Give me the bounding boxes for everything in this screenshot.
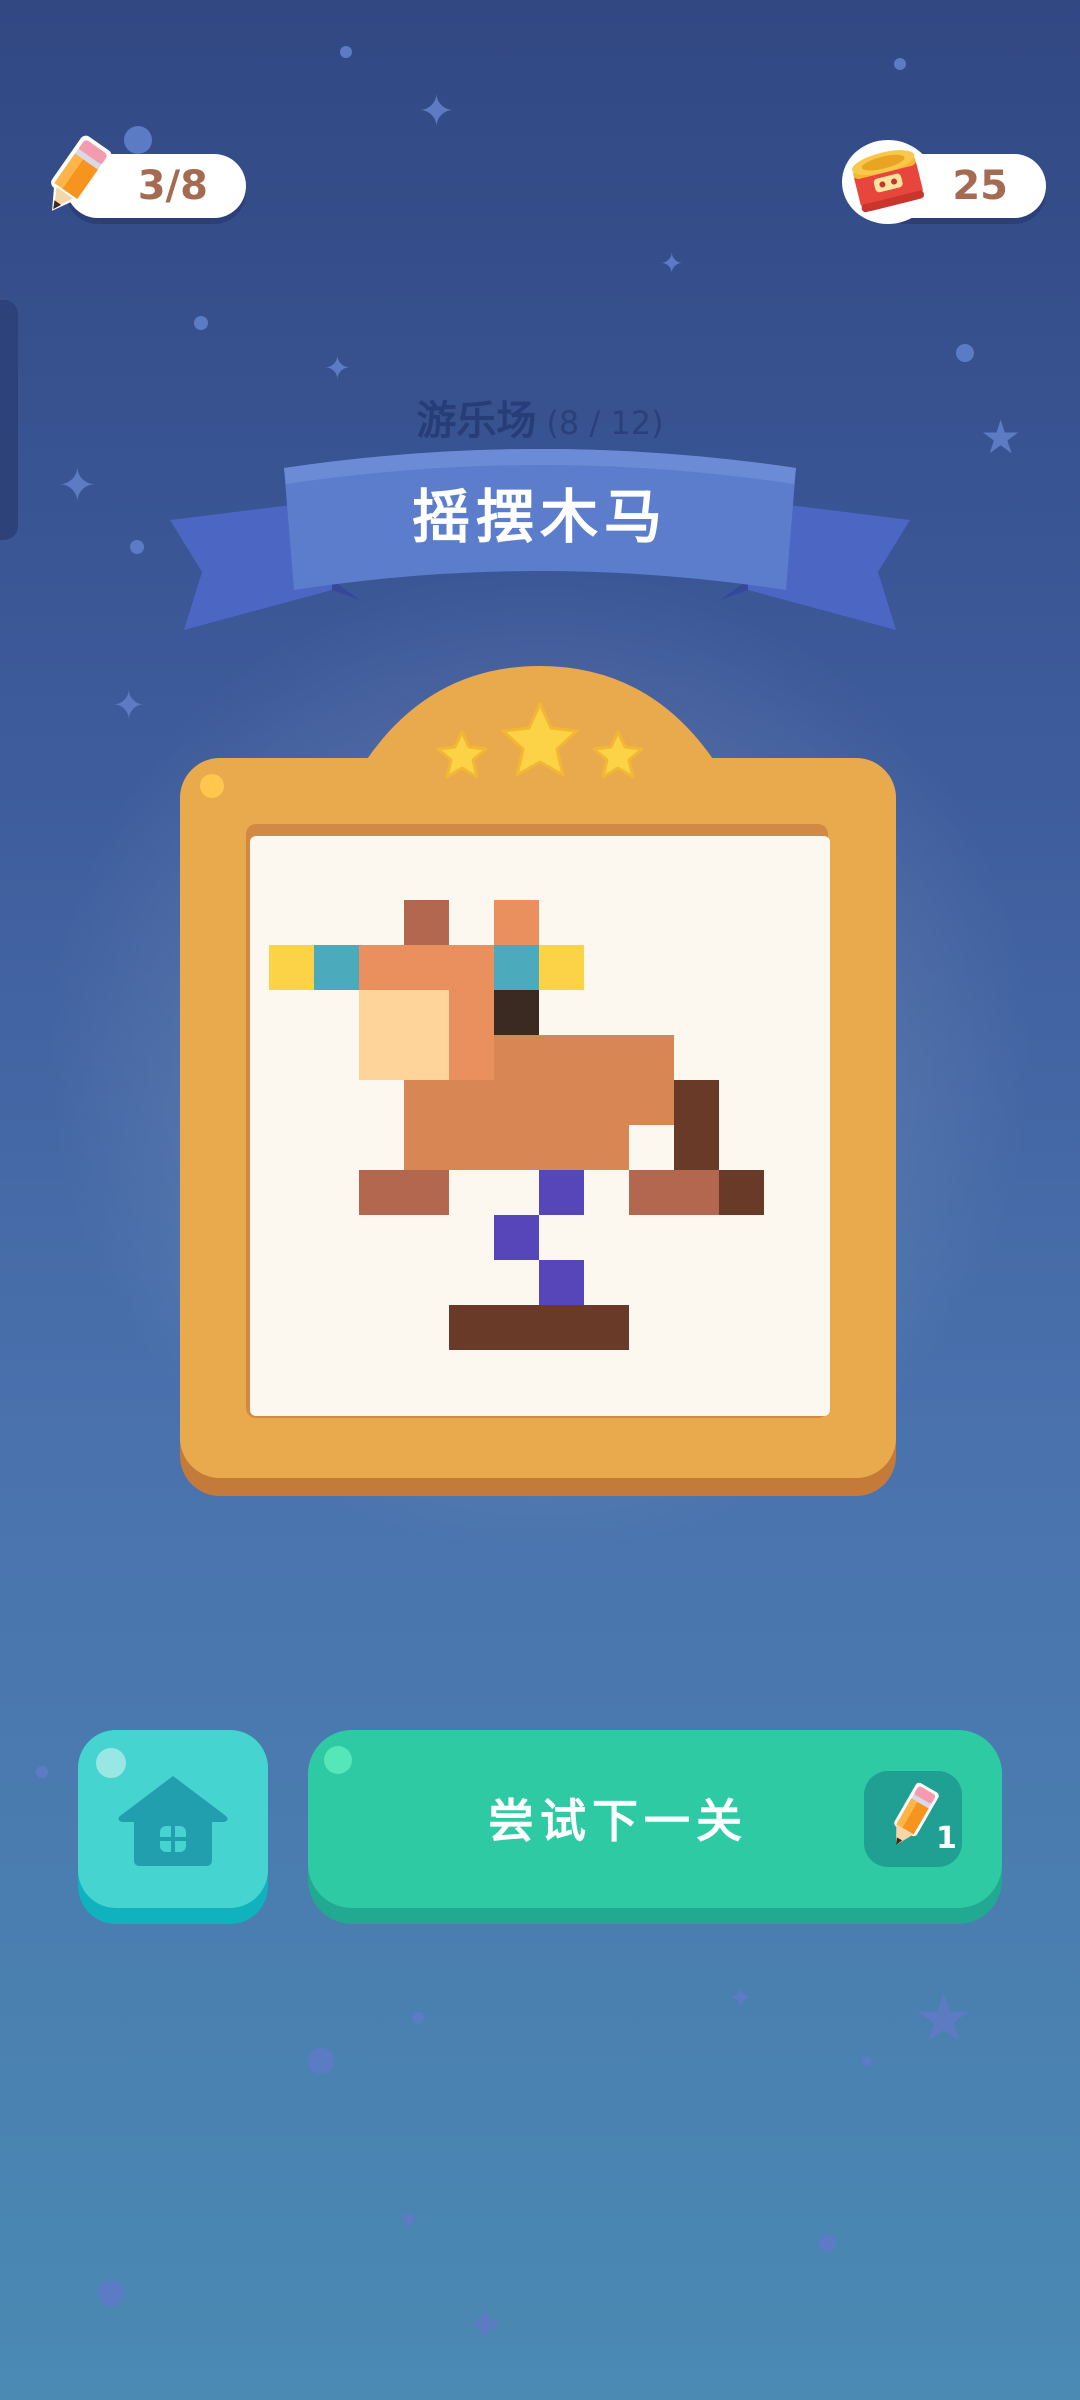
pixel-cell xyxy=(404,1125,449,1170)
pixel-cell xyxy=(674,1125,719,1170)
pixel-cell xyxy=(404,945,449,990)
background-dot xyxy=(194,316,208,330)
category-name: 游乐场 xyxy=(416,398,537,444)
star-icon xyxy=(501,702,579,777)
pencil-count: 3/8 xyxy=(137,163,208,209)
pixel-cell xyxy=(494,1125,539,1170)
pixel-cell xyxy=(629,1170,674,1215)
pixel-cell xyxy=(494,945,539,990)
background-dot xyxy=(36,1766,48,1778)
home-button[interactable] xyxy=(78,1730,268,1924)
level-progress: (8 / 12) xyxy=(546,404,664,442)
sparkle-icon: ✦ xyxy=(728,1981,754,2016)
sparkle-icon: ✦ xyxy=(112,683,146,729)
pixel-cell xyxy=(404,990,449,1035)
pixel-art-canvas xyxy=(250,836,830,1416)
background-dot xyxy=(124,126,152,154)
background-dot xyxy=(98,2280,124,2306)
pixel-cell xyxy=(494,1305,539,1350)
pixel-cell xyxy=(314,945,359,990)
pixel-cell xyxy=(449,945,494,990)
coin-jar-icon xyxy=(842,140,934,224)
sparkle-icon: ✦ xyxy=(464,2296,506,2354)
pixel-cell xyxy=(494,990,539,1035)
pixel-cell xyxy=(449,1305,494,1350)
pixel-cell xyxy=(404,900,449,945)
pixel-cell xyxy=(494,1215,539,1260)
sparkle-icon: ✦ xyxy=(660,247,684,280)
background-dot xyxy=(818,2234,836,2252)
star-icon: ★ xyxy=(914,1980,974,2057)
home-button-face xyxy=(78,1730,268,1908)
pixel-cell xyxy=(494,900,539,945)
background-dot xyxy=(340,46,352,58)
pixel-cell xyxy=(539,1305,584,1350)
pixel-cell xyxy=(404,1170,449,1215)
pencil-cost: 1 xyxy=(936,1821,957,1856)
pixel-cell xyxy=(539,945,584,990)
pixel-cell xyxy=(359,945,404,990)
star-rating xyxy=(436,702,644,779)
pixel-cell xyxy=(449,990,494,1035)
pixel-cell xyxy=(674,1080,719,1125)
pixel-cell xyxy=(539,1170,584,1215)
pencil-icon xyxy=(51,135,112,211)
background-dot xyxy=(862,2056,872,2066)
pixel-cell xyxy=(449,1080,494,1125)
button-gloss xyxy=(324,1746,352,1774)
background-dot xyxy=(894,58,906,70)
pixel-cell xyxy=(584,1125,629,1170)
pixel-cell xyxy=(629,1035,674,1080)
pixel-cell xyxy=(269,945,314,990)
pixel-cell xyxy=(404,1080,449,1125)
pixel-cell xyxy=(584,1035,629,1080)
next-level-label: 尝试下一关 xyxy=(488,1794,748,1848)
pixel-cell xyxy=(359,1170,404,1215)
pixel-cell xyxy=(494,1035,539,1080)
pixel-cell xyxy=(584,1080,629,1125)
pixel-cell xyxy=(449,1035,494,1080)
star-icon xyxy=(436,730,488,779)
coin-count: 25 xyxy=(952,163,1008,209)
pixel-cell xyxy=(629,1080,674,1125)
pencil-cost-badge: 1 xyxy=(864,1771,962,1867)
sparkle-icon: ✦ xyxy=(396,2203,422,2238)
pixel-cell xyxy=(539,1125,584,1170)
background-dot xyxy=(308,2048,334,2074)
pixel-cell xyxy=(359,1035,404,1080)
next-level-button[interactable]: 尝试下一关 1 xyxy=(308,1730,1002,1924)
pixel-cell xyxy=(539,1260,584,1305)
pixel-cell xyxy=(539,1080,584,1125)
level-category: 游乐场 (8 / 12) xyxy=(0,388,1080,446)
pixel-cell xyxy=(719,1170,764,1215)
pixel-cell xyxy=(629,1125,674,1170)
background-dot xyxy=(956,344,974,362)
pixel-cell xyxy=(539,1035,584,1080)
pixel-cell xyxy=(404,1035,449,1080)
pixel-cell xyxy=(359,990,404,1035)
background-dot xyxy=(412,2012,424,2024)
pixel-cell xyxy=(449,1125,494,1170)
pixel-cell xyxy=(584,1305,629,1350)
level-title: 摇摆木马 xyxy=(411,483,668,551)
star-icon xyxy=(592,730,644,779)
pixel-cell xyxy=(494,1080,539,1125)
pixel-cell xyxy=(674,1170,719,1215)
house-icon xyxy=(118,1776,228,1866)
sparkle-icon: ✦ xyxy=(324,349,351,387)
sparkle-icon: ✦ xyxy=(418,86,455,137)
next-level-button-face: 尝试下一关 1 xyxy=(308,1730,1002,1908)
